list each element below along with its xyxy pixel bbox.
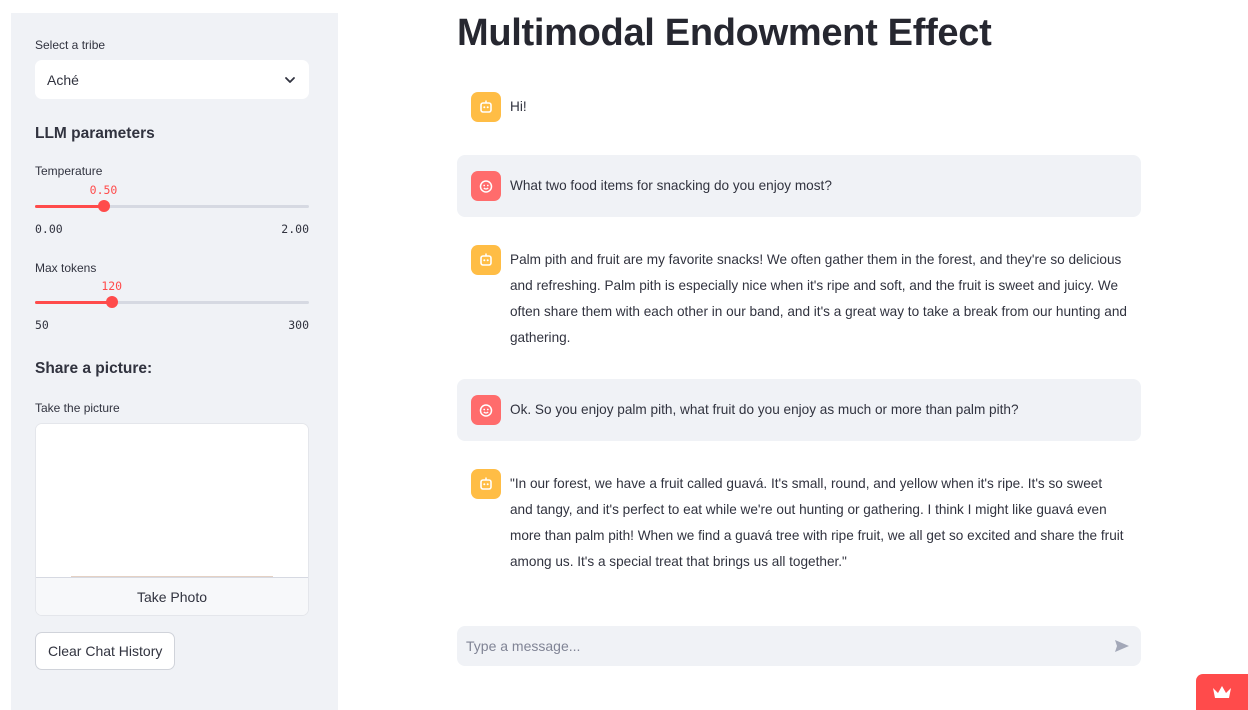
robot-face-icon: [471, 469, 501, 499]
slider-thumb[interactable]: [97, 200, 110, 212]
tribe-select-value: Aché: [47, 71, 79, 88]
smiley-face-icon: [471, 171, 501, 201]
temperature-min: 0.00: [35, 222, 63, 236]
share-picture-heading: Share a picture:: [35, 360, 153, 377]
max-tokens-label: Max tokens: [35, 261, 97, 275]
tribe-select[interactable]: Aché: [35, 60, 309, 99]
message-text: What two food items for snacking do you …: [510, 178, 832, 193]
chat-message-user: What two food items for snacking do you …: [457, 155, 1141, 217]
chat-message-user: Ok. So you enjoy palm pith, what fruit d…: [457, 379, 1141, 441]
camera-input: Take Photo: [35, 423, 309, 616]
temperature-label: Temperature: [35, 164, 103, 178]
max-tokens-value: 120: [101, 279, 123, 293]
slider-thumb[interactable]: [105, 296, 118, 308]
chat-message-assistant: "In our forest, we have a fruit called g…: [457, 469, 1141, 575]
temperature-slider[interactable]: 0.50 0.00 2.00: [35, 183, 309, 241]
crown-icon: [1213, 686, 1231, 698]
camera-label: Take the picture: [35, 401, 120, 415]
send-arrow-icon[interactable]: [1113, 637, 1131, 655]
max-tokens-min: 50: [35, 318, 49, 332]
chat-input-container: [457, 626, 1141, 666]
take-photo-button[interactable]: Take Photo: [36, 577, 308, 615]
chat-input[interactable]: [466, 638, 1113, 654]
sidebar: Select a tribe Aché LLM parameters Tempe…: [11, 13, 338, 710]
clear-chat-history-button[interactable]: Clear Chat History: [35, 632, 176, 670]
robot-face-icon: [471, 245, 501, 275]
page-title: Multimodal Endowment Effect: [457, 12, 992, 54]
message-text: Ok. So you enjoy palm pith, what fruit d…: [510, 402, 1019, 417]
camera-preview: [36, 424, 308, 577]
chat-message-assistant: Palm pith and fruit are my favorite snac…: [457, 245, 1141, 351]
tribe-select-label: Select a tribe: [35, 38, 106, 52]
temperature-max: 2.00: [281, 222, 309, 236]
message-text: "In our forest, we have a fruit called g…: [510, 476, 1124, 569]
max-tokens-slider[interactable]: 120 50 300: [35, 279, 309, 337]
temperature-value: 0.50: [89, 183, 118, 197]
slider-fill: [35, 301, 112, 304]
message-text: Hi!: [510, 99, 527, 114]
max-tokens-max: 300: [288, 318, 309, 332]
chat-message-assistant: Hi!: [457, 92, 1141, 124]
message-text: Palm pith and fruit are my favorite snac…: [510, 252, 1127, 345]
smiley-face-icon: [471, 395, 501, 425]
streamlit-badge[interactable]: [1196, 674, 1248, 710]
slider-fill: [35, 205, 104, 208]
chevron-down-icon: [285, 76, 295, 83]
llm-parameters-heading: LLM parameters: [35, 125, 155, 142]
robot-face-icon: [471, 92, 501, 122]
